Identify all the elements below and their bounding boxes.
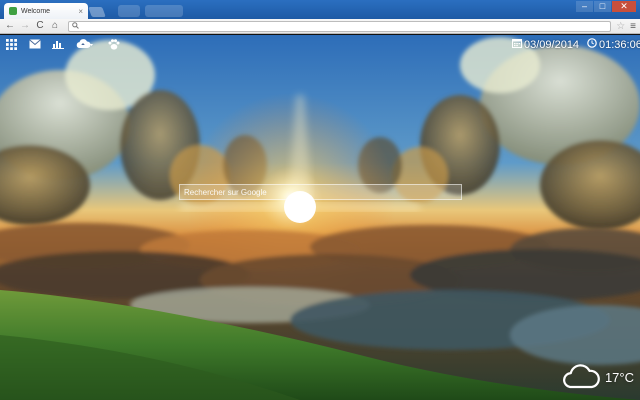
bar-chart-icon[interactable] — [51, 39, 65, 51]
newtab-topbar: 03/09/2014 01:36:06 — [0, 35, 640, 55]
clock-icon — [587, 38, 597, 51]
maximize-button[interactable]: □ — [594, 1, 611, 12]
date-text: 03/09/2014 — [524, 38, 580, 51]
forward-button[interactable]: → — [19, 20, 31, 32]
google-search-input[interactable] — [180, 185, 461, 199]
tab-close-button[interactable]: × — [78, 7, 83, 16]
background-tab-blur — [145, 5, 183, 17]
back-button[interactable]: ← — [4, 20, 16, 32]
new-tab-button[interactable] — [88, 7, 106, 17]
time-text: 01:36:06 — [599, 38, 640, 51]
background-tab-blur — [118, 5, 140, 17]
url-input[interactable] — [79, 21, 608, 31]
calendar-icon — [512, 38, 522, 51]
window-controls: – □ ✕ — [576, 1, 636, 12]
favicon-icon — [9, 7, 17, 15]
google-search-box[interactable] — [179, 184, 462, 200]
reload-button[interactable]: C — [34, 20, 46, 32]
bookmark-star-icon[interactable]: ☆ — [616, 21, 625, 32]
background-wallpaper — [0, 35, 640, 400]
browser-tab[interactable]: Welcome × — [4, 3, 88, 19]
tab-title: Welcome — [21, 7, 51, 15]
weather-widget[interactable]: 17°C — [561, 363, 634, 392]
search-icon — [72, 21, 79, 31]
menu-icon[interactable]: ≡ — [630, 21, 636, 32]
close-window-button[interactable]: ✕ — [612, 1, 636, 12]
weather-temperature: 17°C — [604, 370, 634, 385]
paw-icon[interactable] — [107, 39, 121, 51]
apps-grid-icon[interactable] — [4, 39, 18, 51]
browser-tabstrip: Welcome × – □ ✕ — [0, 0, 640, 19]
browser-toolbar: ← → C ⌂ ☆ ≡ — [0, 19, 640, 34]
home-button[interactable]: ⌂ — [49, 20, 61, 32]
cloud-upload-icon[interactable] — [75, 39, 95, 51]
address-bar[interactable] — [68, 20, 612, 32]
time-display: 01:36:06 — [587, 38, 640, 51]
minimize-button[interactable]: – — [576, 1, 593, 12]
mail-icon[interactable] — [28, 39, 42, 51]
cloud-icon — [561, 363, 601, 392]
date-display: 03/09/2014 — [512, 38, 579, 51]
